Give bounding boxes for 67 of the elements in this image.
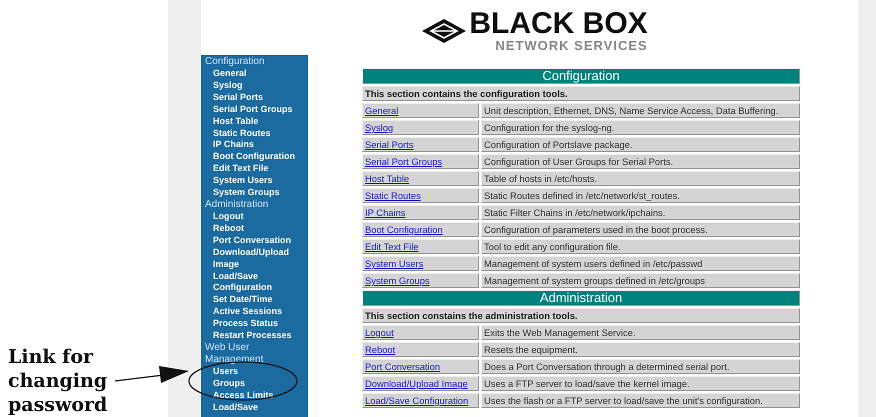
table-cell: Static Filter Chains in /etc/network/ipchains. <box>481 205 800 220</box>
sidebar-heading[interactable]: Configuration <box>201 56 308 68</box>
sidebar-link[interactable]: Users <box>201 366 308 378</box>
sidebar-link[interactable]: General <box>201 68 308 80</box>
table-cell: Tool to edit any configuration file. <box>481 239 800 254</box>
table-cell: Resets the equipment. <box>481 342 800 357</box>
tool-link[interactable]: Load/Save Configuration <box>365 395 468 406</box>
sidebar-link[interactable]: Load/Save Configuration <box>201 270 308 294</box>
tool-link[interactable]: Serial Port Groups <box>365 156 442 167</box>
table-cell: Static Routes defined in /etc/network/st_routes. <box>481 188 800 203</box>
table-cell: Exits the Web Management Service. <box>481 325 800 340</box>
table-cell: Unit description, Ethernet, DNS, Name Service Access, Data Buffering. <box>481 103 800 118</box>
sidebar-link[interactable]: Reboot <box>201 222 308 235</box>
tool-link[interactable]: Port Conversation <box>365 361 440 372</box>
sidebar-link[interactable]: Edit Text File <box>201 163 308 176</box>
table-cell: Does a Port Conversation through a determined serial port. <box>481 359 800 374</box>
sidebar-link[interactable]: Load/Save <box>201 402 308 414</box>
tool-link[interactable]: Host Table <box>365 173 410 184</box>
sidebar-link[interactable]: Set Date/Time <box>201 294 308 306</box>
sidebar-link[interactable]: Serial Ports <box>201 92 308 104</box>
tool-link[interactable]: Static Routes <box>365 190 421 201</box>
table-cell: Management of system groups defined in /etc/groups <box>481 273 800 288</box>
sidebar-link[interactable]: Active Sessions <box>201 306 308 318</box>
tool-link[interactable]: Download/Upload Image <box>365 378 468 389</box>
table-cell: Management of system users defined in /etc/passwd <box>481 256 800 271</box>
sidebar-link[interactable]: System Users <box>201 175 308 188</box>
sidebar-link[interactable]: Port Conversation <box>201 234 308 247</box>
sidebar-link[interactable]: Download/Upload Image <box>201 246 308 270</box>
sidebar-link[interactable]: Static Routes <box>201 128 308 140</box>
table-cell: Configuration of parameters used in the boot process. <box>481 222 800 237</box>
sidebar-heading[interactable]: Administration <box>201 198 308 211</box>
tool-link[interactable]: Serial Ports <box>365 139 414 150</box>
sidebar-link[interactable]: Groups <box>201 378 308 390</box>
section-intro: This section constains the administration tools. <box>362 308 800 323</box>
sidebar-link[interactable]: System Groups <box>201 187 308 199</box>
table-cell: Configuration for the syslog-ng. <box>481 120 800 135</box>
sidebar-link[interactable]: Syslog <box>201 80 308 92</box>
diamond-logo-icon <box>421 18 468 44</box>
section-intro: This section contains the configuration tools. <box>362 86 800 101</box>
sidebar-link[interactable]: Boot Configuration <box>201 151 308 164</box>
section-header: Configuration <box>362 68 800 84</box>
tool-link[interactable]: System Users <box>365 258 424 269</box>
annotation-text: Link for changing password <box>7 345 108 417</box>
logo-tagline: NETWORK SERVICES <box>495 39 648 52</box>
sidebar-link[interactable]: IP Chains <box>201 139 308 152</box>
tool-link[interactable]: System Groups <box>365 275 430 286</box>
table-cell: Table of hosts in /etc/hosts. <box>481 171 800 186</box>
tool-link[interactable]: IP Chains <box>365 207 406 218</box>
section-header: Administration <box>362 290 800 306</box>
table-cell: Configuration of User Groups for Serial Ports. <box>481 154 800 169</box>
tool-link[interactable]: Boot Configuration <box>365 224 443 235</box>
tool-link[interactable]: General <box>365 105 398 116</box>
sidebar-link[interactable]: Process Status <box>201 318 308 330</box>
tool-link[interactable]: Edit Text File <box>365 241 418 252</box>
tool-link[interactable]: Reboot <box>365 344 396 355</box>
sidebar-link[interactable]: Serial Port Groups <box>201 104 308 116</box>
sidebar-heading[interactable]: Web User Management <box>201 342 308 366</box>
sidebar-link[interactable]: Access Limits <box>201 390 308 402</box>
sidebar-link[interactable]: Logout <box>201 210 308 223</box>
tool-link[interactable]: Syslog <box>365 122 394 133</box>
table-cell: Uses the flash or a FTP server to load/save the unit's configuration. <box>481 393 800 408</box>
sidebar-link[interactable]: Restart Processes <box>201 330 308 342</box>
sidebar-link[interactable]: Host Table <box>201 116 308 128</box>
brand-logo: BLACK BOX <box>469 9 648 39</box>
tool-link[interactable]: Logout <box>365 327 394 338</box>
table-cell: Configuration of Portslave package. <box>481 137 800 152</box>
table-cell: Uses a FTP server to load/save the kernel image. <box>481 376 800 391</box>
